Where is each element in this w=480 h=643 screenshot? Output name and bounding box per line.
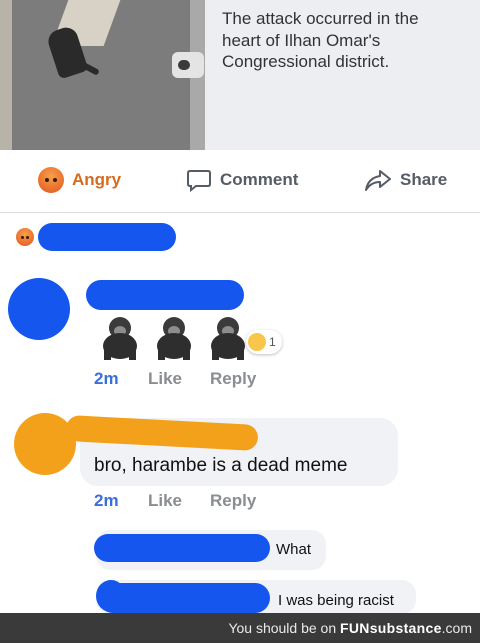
like-link[interactable]: Like	[148, 491, 182, 511]
photo-border	[0, 0, 12, 150]
sad-face-icon	[248, 333, 266, 351]
avatar[interactable]	[8, 278, 70, 340]
reaction-summary[interactable]: 1	[246, 330, 282, 354]
vehicle-detail	[178, 60, 190, 70]
share-icon	[365, 170, 391, 191]
reply-time[interactable]: 2m	[94, 491, 119, 511]
share-label: Share	[400, 170, 448, 189]
redacted-name	[86, 280, 244, 310]
reply-time[interactable]: 2m	[94, 369, 119, 389]
reply-link[interactable]: Reply	[210, 369, 256, 389]
comment-text: What	[276, 541, 312, 558]
angry-label: Angry	[72, 170, 122, 189]
comment-text: bro, harambe is a dead meme	[94, 455, 348, 476]
angry-face-icon	[38, 167, 64, 193]
watermark-brand: FUNsubstance	[340, 620, 442, 636]
comment-icon	[187, 170, 211, 193]
comment-text: I was being racist	[278, 592, 394, 609]
reaction-count: 1	[269, 335, 276, 349]
gorilla-emoji	[157, 317, 191, 360]
like-link[interactable]: Like	[148, 369, 182, 389]
comment-label: Comment	[220, 170, 299, 189]
watermark-prefix: You should be on	[228, 620, 341, 636]
gorilla-emoji	[103, 317, 137, 360]
watermark-bar: You should be on FUNsubstance .com	[0, 613, 480, 643]
post-photo[interactable]	[0, 0, 205, 150]
gorilla-emoji	[211, 317, 245, 360]
angry-face-icon	[16, 228, 34, 246]
angry-reaction-button[interactable]: Angry	[38, 165, 121, 195]
reply-link[interactable]: Reply	[210, 491, 256, 511]
share-button[interactable]: Share	[364, 165, 447, 195]
post-caption: The attack occurred in the heart of Ilha…	[222, 9, 419, 71]
redacted-name	[94, 534, 270, 562]
redacted-name	[38, 223, 176, 251]
comment-button[interactable]: Comment	[186, 165, 298, 195]
watermark-suffix: .com	[441, 620, 472, 636]
avatar[interactable]	[96, 580, 126, 612]
